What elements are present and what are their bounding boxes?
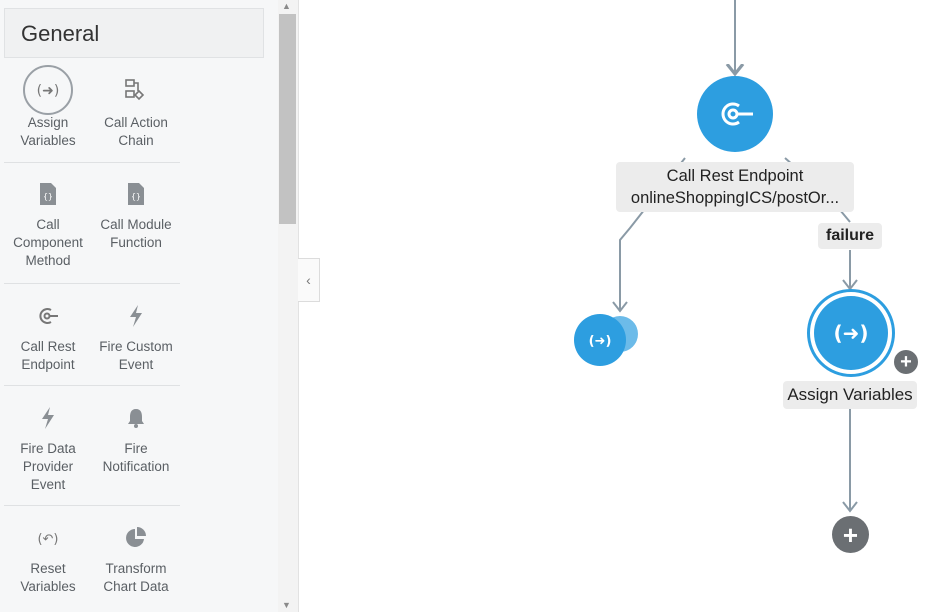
assign-variables-node-small[interactable]: (➜)	[574, 314, 626, 366]
node-subtitle: onlineShoppingICS/postOr...	[630, 189, 840, 207]
palette-scrollbar[interactable]: ▲ ▼	[278, 0, 299, 612]
call-rest-endpoint-node[interactable]	[697, 76, 773, 152]
lightning-icon	[42, 407, 54, 429]
node-title: Call Rest Endpoint	[666, 167, 804, 185]
assign-variables-icon: (➜)	[589, 334, 612, 349]
palette-item-label: Fire Data Provider Event	[20, 441, 76, 492]
palette-item-call-action-chain[interactable]: Call Action Chain	[92, 70, 180, 150]
svg-text:(➜): (➜)	[589, 334, 612, 349]
plus-icon: +	[900, 351, 912, 373]
assign-variables-icon: (➜)	[23, 65, 73, 115]
palette-item-fire-notification[interactable]: Fire Notification	[92, 398, 180, 476]
palette-item-call-module-function[interactable]: {} Call Module Function	[92, 174, 180, 252]
palette-item-label: Assign Variables	[20, 115, 76, 148]
palette-item-label: Transform Chart Data	[103, 561, 169, 594]
add-action-button[interactable]: +	[892, 348, 920, 376]
palette-item-reset-variables[interactable]: (↶) Reset Variables	[4, 518, 92, 596]
pie-chart-icon	[126, 527, 146, 547]
assign-variables-icon: (➜)	[833, 321, 868, 345]
palette-item-transform-chart-data[interactable]: Transform Chart Data	[92, 518, 180, 596]
rest-endpoint-icon	[721, 102, 753, 126]
svg-text:{}: {}	[131, 192, 141, 201]
plus-icon: +	[842, 519, 859, 550]
palette-item-assign-variables[interactable]: (➜) Assign Variables	[4, 65, 92, 150]
bell-icon	[128, 409, 144, 428]
scrollbar-thumb[interactable]	[279, 14, 296, 224]
action-chain-icon	[125, 79, 145, 101]
palette-section-header[interactable]: General	[4, 8, 264, 58]
palette-divider	[4, 505, 180, 506]
reset-icon: (↶)	[37, 532, 58, 547]
action-palette: General (➜) Assign Variables Call Action…	[0, 0, 278, 612]
scroll-up-icon[interactable]: ▲	[282, 1, 291, 11]
assign-variables-node[interactable]: (➜)	[807, 289, 895, 377]
palette-item-fire-custom-event[interactable]: Fire Custom Event	[92, 296, 180, 374]
document-code-icon: {}	[128, 183, 144, 205]
palette-item-call-rest-endpoint[interactable]: Call Rest Endpoint	[4, 296, 92, 374]
palette-divider	[4, 283, 180, 284]
call-rest-endpoint-label[interactable]: Call Rest Endpoint onlineShoppingICS/pos…	[616, 162, 854, 212]
palette-item-label: Fire Custom Event	[99, 339, 173, 372]
svg-text:(➜): (➜)	[833, 321, 868, 345]
scroll-down-icon[interactable]: ▼	[282, 600, 291, 610]
palette-item-call-component-method[interactable]: {} Call Component Method	[4, 174, 92, 270]
failure-branch-label: failure	[818, 223, 882, 249]
rest-endpoint-icon	[39, 308, 58, 324]
assign-variables-label[interactable]: Assign Variables	[783, 381, 917, 409]
document-code-icon: {}	[40, 183, 56, 205]
palette-item-label: Reset Variables	[20, 561, 76, 594]
palette-item-label: Call Module Function	[100, 217, 172, 250]
palette-item-fire-data-provider-event[interactable]: Fire Data Provider Event	[4, 398, 92, 494]
svg-text:(➜): (➜)	[37, 83, 60, 99]
lightning-icon	[130, 305, 142, 327]
palette-divider	[4, 162, 180, 163]
assign-variables-node-inner: (➜)	[814, 296, 888, 370]
add-next-action-button[interactable]: +	[832, 516, 869, 553]
palette-item-label: Call Component Method	[13, 217, 83, 268]
svg-text:{}: {}	[43, 192, 53, 201]
palette-section-title: General	[21, 21, 100, 46]
palette-item-label: Call Rest Endpoint	[20, 339, 76, 372]
svg-text:(↶): (↶)	[37, 532, 58, 547]
action-chain-canvas: Call Rest Endpoint onlineShoppingICS/pos…	[300, 0, 934, 612]
palette-item-label: Call Action Chain	[104, 115, 168, 148]
palette-divider	[4, 385, 180, 386]
palette-item-label: Fire Notification	[102, 441, 170, 474]
